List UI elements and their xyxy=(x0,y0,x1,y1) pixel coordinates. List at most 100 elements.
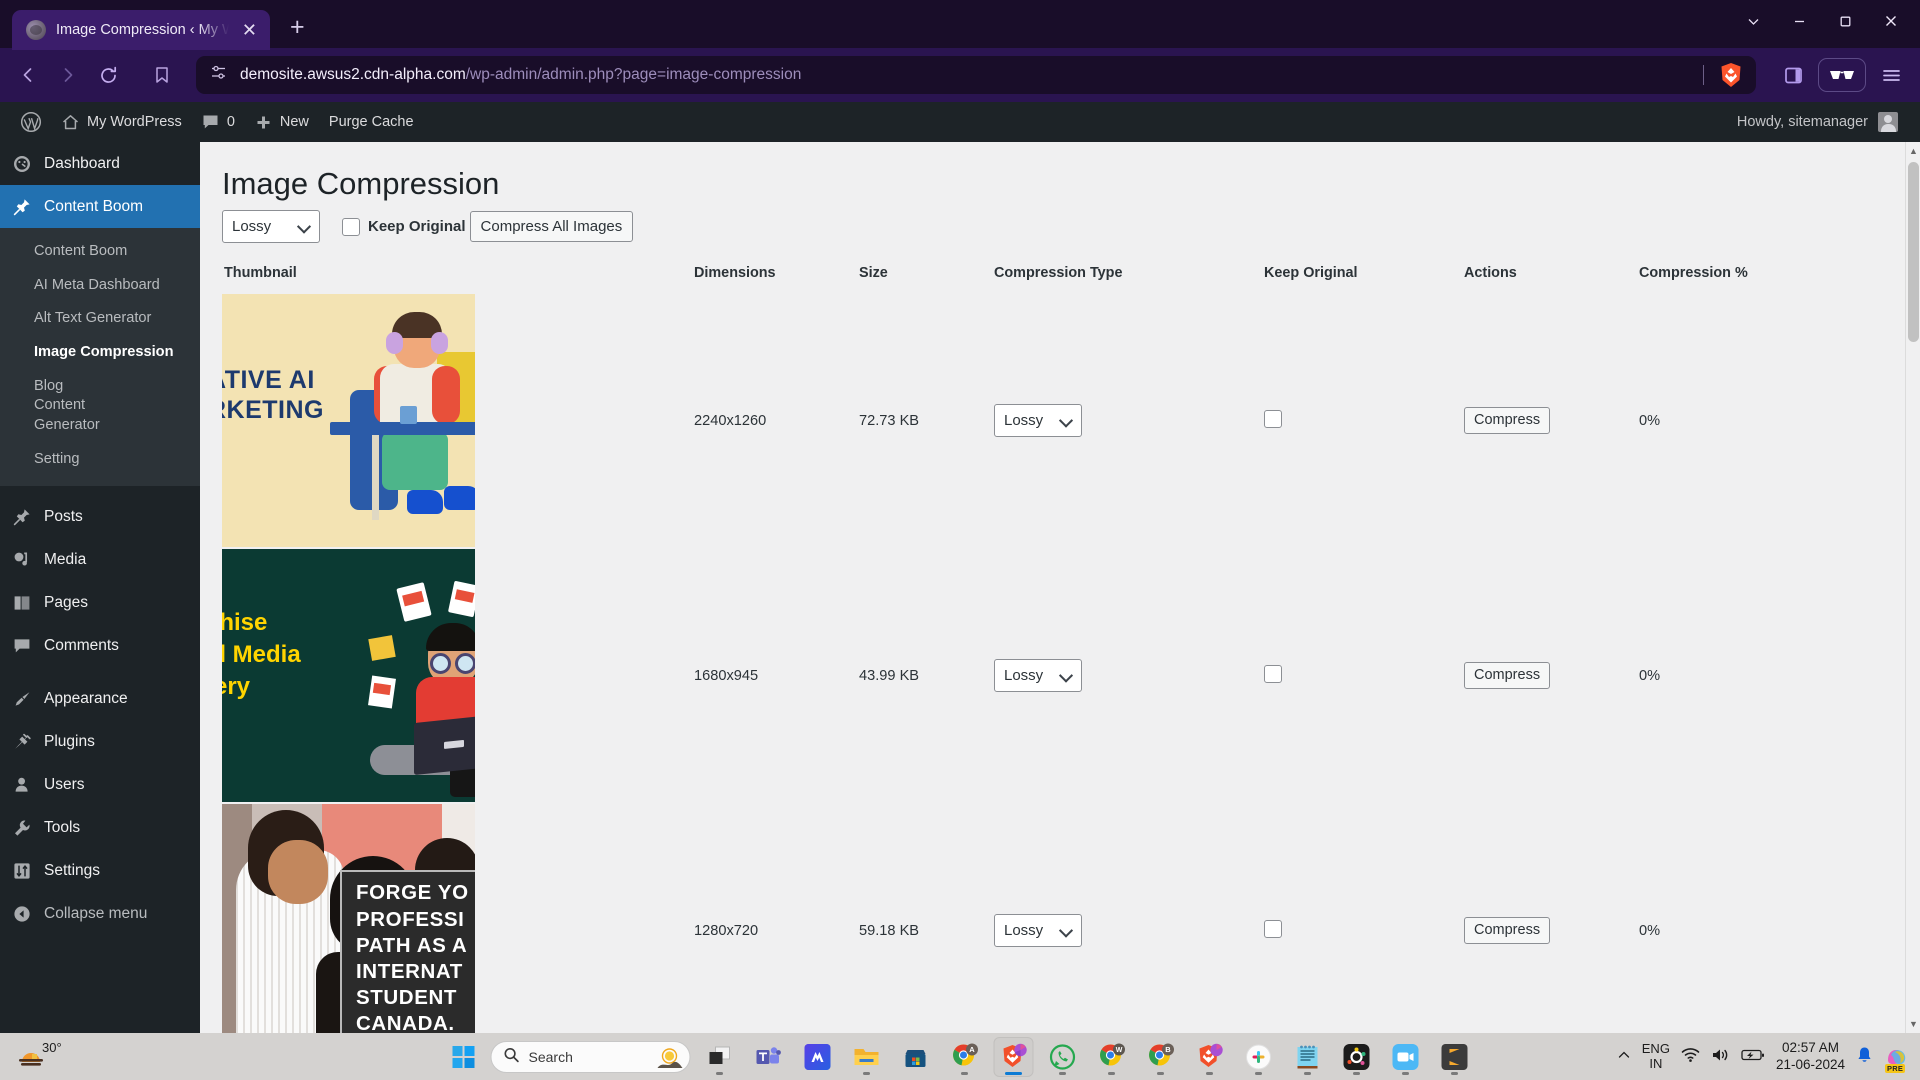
video-app-icon[interactable] xyxy=(1386,1037,1426,1077)
image-thumbnail[interactable]: chise al Media tery xyxy=(222,549,475,803)
sidebar-item-dashboard[interactable]: Dashboard xyxy=(0,142,200,185)
sidebar-item-plugins[interactable]: Plugins xyxy=(0,721,200,764)
row-compression-type-select[interactable]: Lossy xyxy=(994,404,1082,438)
chrome-profile-a-icon[interactable]: A xyxy=(945,1037,985,1077)
sidebar-item-media[interactable]: Media xyxy=(0,539,200,582)
sublime-text-icon[interactable] xyxy=(1435,1037,1475,1077)
page-scrollbar[interactable]: ▲ ▼ xyxy=(1905,142,1920,1033)
slack-icon[interactable] xyxy=(1239,1037,1279,1077)
comments-menu[interactable]: 0 xyxy=(192,102,245,142)
wifi-icon[interactable] xyxy=(1681,1047,1700,1066)
battery-charging-icon[interactable] xyxy=(1741,1048,1765,1065)
media-icon xyxy=(12,551,32,569)
admin-sidebar: Dashboard Content Boom Content Boom AI M… xyxy=(0,142,200,1033)
table-row: FORGE YO PROFESSI PATH AS A INTERNAT STU… xyxy=(222,803,1867,1033)
close-icon[interactable]: ✕ xyxy=(239,19,260,41)
compress-button[interactable]: Compress xyxy=(1464,407,1551,435)
search-input[interactable]: Search xyxy=(490,1040,691,1073)
image-thumbnail[interactable]: FORGE YO PROFESSI PATH AS A INTERNAT STU… xyxy=(222,804,475,1033)
language-indicator[interactable]: ENG IN xyxy=(1642,1041,1670,1072)
bulk-compression-type-select[interactable]: Lossy xyxy=(222,210,320,244)
submenu-item-setting[interactable]: Setting xyxy=(0,443,200,477)
sidebar-item-label: Settings xyxy=(44,862,101,879)
close-window-icon[interactable] xyxy=(1868,4,1914,38)
submenu-item-ai-meta-dashboard[interactable]: AI Meta Dashboard xyxy=(0,269,200,303)
row-keep-original-checkbox[interactable] xyxy=(1264,664,1282,683)
notepad-icon[interactable] xyxy=(1288,1037,1328,1077)
purge-cache-menu[interactable]: Purge Cache xyxy=(319,102,424,142)
brave-browser-2-icon[interactable] xyxy=(1190,1037,1230,1077)
hamburger-menu-icon[interactable] xyxy=(1872,58,1910,92)
compress-button[interactable]: Compress xyxy=(1464,662,1551,690)
compress-all-images-button[interactable]: Compress All Images xyxy=(469,211,634,243)
whatsapp-icon[interactable] xyxy=(1043,1037,1083,1077)
sidebar-item-label: Dashboard xyxy=(44,154,120,172)
sidebar-item-settings[interactable]: Settings xyxy=(0,850,200,893)
microsoft-store-icon[interactable] xyxy=(896,1037,936,1077)
bulk-keep-original-checkbox[interactable] xyxy=(342,217,360,236)
sidebar-item-tools[interactable]: Tools xyxy=(0,807,200,850)
site-settings-icon[interactable] xyxy=(210,64,227,86)
bookmark-icon[interactable] xyxy=(144,57,180,93)
browser-actions xyxy=(1774,58,1910,92)
image-thumbnail[interactable]: ATIVE AI RKETING xyxy=(222,294,475,548)
sidebar-item-label: Users xyxy=(44,776,85,793)
submenu-item-image-compression[interactable]: Image Compression xyxy=(0,336,200,370)
sidebar-item-collapse-menu[interactable]: Collapse menu xyxy=(0,893,200,936)
site-name-menu[interactable]: My WordPress xyxy=(52,102,192,142)
brave-browser-icon[interactable] xyxy=(993,1036,1034,1077)
row-keep-original-checkbox[interactable] xyxy=(1264,409,1282,428)
sliders-icon xyxy=(12,862,32,880)
cell-compression-pct: 0% xyxy=(1639,412,1661,429)
volume-icon[interactable] xyxy=(1711,1047,1730,1066)
sidebar-item-pages[interactable]: Pages xyxy=(0,582,200,625)
maximize-icon[interactable] xyxy=(1822,4,1868,38)
weather-widget[interactable]: 30° xyxy=(0,1040,250,1072)
clock[interactable]: 02:57 AM 21-06-2024 xyxy=(1776,1040,1845,1072)
address-bar[interactable]: demosite.awsus2.cdn-alpha.com/wp-admin/a… xyxy=(196,56,1756,94)
chrome-profile-b-icon[interactable]: B xyxy=(1141,1037,1181,1077)
clock-date: 21-06-2024 xyxy=(1775,1056,1845,1072)
row-compression-type-select[interactable]: Lossy xyxy=(994,659,1082,693)
sidebar-item-content-boom[interactable]: Content Boom xyxy=(0,185,200,228)
brave-lion-icon[interactable] xyxy=(1718,62,1744,88)
system-tray: ENG IN 02:57 AM 21-06-2024 PRE xyxy=(1617,1040,1920,1073)
microsoft-teams-icon[interactable] xyxy=(749,1037,789,1077)
forward-icon[interactable] xyxy=(50,57,86,93)
url-host: demosite.awsus2.cdn-alpha.com xyxy=(240,66,466,83)
table-body: ATIVE AI RKETING 2240x1260 72.73 KB xyxy=(222,293,1867,1033)
sidebar-item-appearance[interactable]: Appearance xyxy=(0,678,200,721)
browser-tab[interactable]: Image Compression ‹ My WordP ✕ xyxy=(12,10,270,50)
compress-button[interactable]: Compress xyxy=(1464,917,1551,945)
scroll-up-icon[interactable]: ▲ xyxy=(1906,142,1920,160)
scroll-down-icon[interactable]: ▼ xyxy=(1906,1015,1920,1033)
copilot-icon[interactable]: PRE xyxy=(1884,1044,1910,1073)
start-button[interactable] xyxy=(446,1039,482,1075)
dark-dots-app-icon[interactable] xyxy=(1337,1037,1377,1077)
chrome-profile-w-icon[interactable]: W xyxy=(1092,1037,1132,1077)
new-content-menu[interactable]: New xyxy=(245,102,319,142)
row-compression-type-select[interactable]: Lossy xyxy=(994,914,1082,948)
new-tab-button[interactable]: + xyxy=(290,15,305,40)
show-hidden-icons[interactable] xyxy=(1617,1048,1631,1065)
submenu-item-blog-content-generator[interactable]: Blog Content Generator xyxy=(0,370,120,443)
back-icon[interactable] xyxy=(10,57,46,93)
reload-icon[interactable] xyxy=(90,57,126,93)
account-menu[interactable]: Howdy, sitemanager xyxy=(1737,112,1920,132)
wp-logo-menu[interactable] xyxy=(10,102,52,142)
scrollbar-thumb[interactable] xyxy=(1908,162,1919,342)
taskview-icon[interactable] xyxy=(700,1037,740,1077)
chevron-down-icon[interactable] xyxy=(1730,4,1776,38)
bell-icon[interactable] xyxy=(1856,1046,1873,1067)
submenu-item-content-boom[interactable]: Content Boom xyxy=(0,235,200,269)
minimize-icon[interactable] xyxy=(1776,4,1822,38)
submenu-item-alt-text-generator[interactable]: Alt Text Generator xyxy=(0,302,200,336)
sidebar-item-users[interactable]: Users xyxy=(0,764,200,807)
row-keep-original-checkbox[interactable] xyxy=(1264,919,1282,938)
sidebar-icon[interactable] xyxy=(1774,58,1812,92)
app-m-icon[interactable] xyxy=(798,1037,838,1077)
file-explorer-icon[interactable] xyxy=(847,1037,887,1077)
brave-shields-glasses-icon[interactable] xyxy=(1818,58,1866,92)
sidebar-item-posts[interactable]: Posts xyxy=(0,496,200,539)
sidebar-item-comments[interactable]: Comments xyxy=(0,625,200,668)
